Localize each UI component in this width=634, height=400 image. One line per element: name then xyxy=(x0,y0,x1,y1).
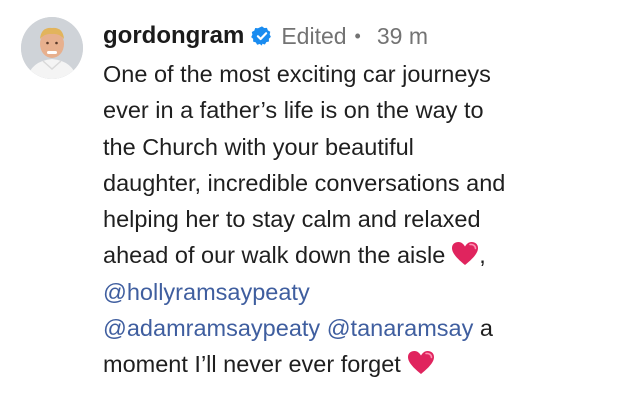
mention-link-hollyramsaypeaty[interactable]: @hollyramsaypeaty xyxy=(103,279,310,305)
mention-link-tanaramsay[interactable]: @tanaramsay xyxy=(327,315,474,341)
comment-line-suffix: a xyxy=(473,315,493,342)
comment-line: helping her to stay calm and relaxed xyxy=(103,206,481,233)
comment-line: @hollyramsaypeaty xyxy=(103,274,623,310)
heart-emoji-icon xyxy=(451,241,479,267)
comment-line: daughter, incredible conversations and xyxy=(103,169,506,196)
comment-line: ever in a father’s life is on the way to xyxy=(103,97,484,124)
comment-line: ahead of our walk down the aisle, xyxy=(103,237,623,273)
meta-separator: • xyxy=(354,25,361,46)
heart-emoji-icon xyxy=(407,350,435,376)
comment-content: gordongram Edited • 39 m One of the most… xyxy=(103,14,623,383)
comment-line: the Church with your beautiful xyxy=(103,133,414,160)
mention-link-adamramsaypeaty[interactable]: @adamramsaypeaty xyxy=(103,315,320,341)
comment-line: moment I’ll never ever forget xyxy=(103,346,623,382)
edited-label: Edited xyxy=(281,22,347,49)
comment: gordongram Edited • 39 m One of the most… xyxy=(0,0,634,400)
comment-line-text: ahead of our walk down the aisle xyxy=(103,242,446,269)
comment-text: One of the most exciting car journeys ev… xyxy=(103,56,623,383)
comment-line-suffix: , xyxy=(479,242,486,269)
timestamp[interactable]: 39 m xyxy=(377,23,428,50)
username-link[interactable]: gordongram xyxy=(103,22,244,50)
comment-line: One of the most exciting car journeys xyxy=(103,61,491,87)
comment-line-text: moment I’ll never ever forget xyxy=(103,351,401,378)
comment-header: gordongram Edited • 39 m xyxy=(103,14,623,58)
avatar[interactable] xyxy=(21,17,83,79)
avatar-image xyxy=(21,17,83,79)
comment-line: @adamramsaypeaty @tanaramsay a xyxy=(103,310,623,346)
verified-badge-icon xyxy=(251,25,273,47)
